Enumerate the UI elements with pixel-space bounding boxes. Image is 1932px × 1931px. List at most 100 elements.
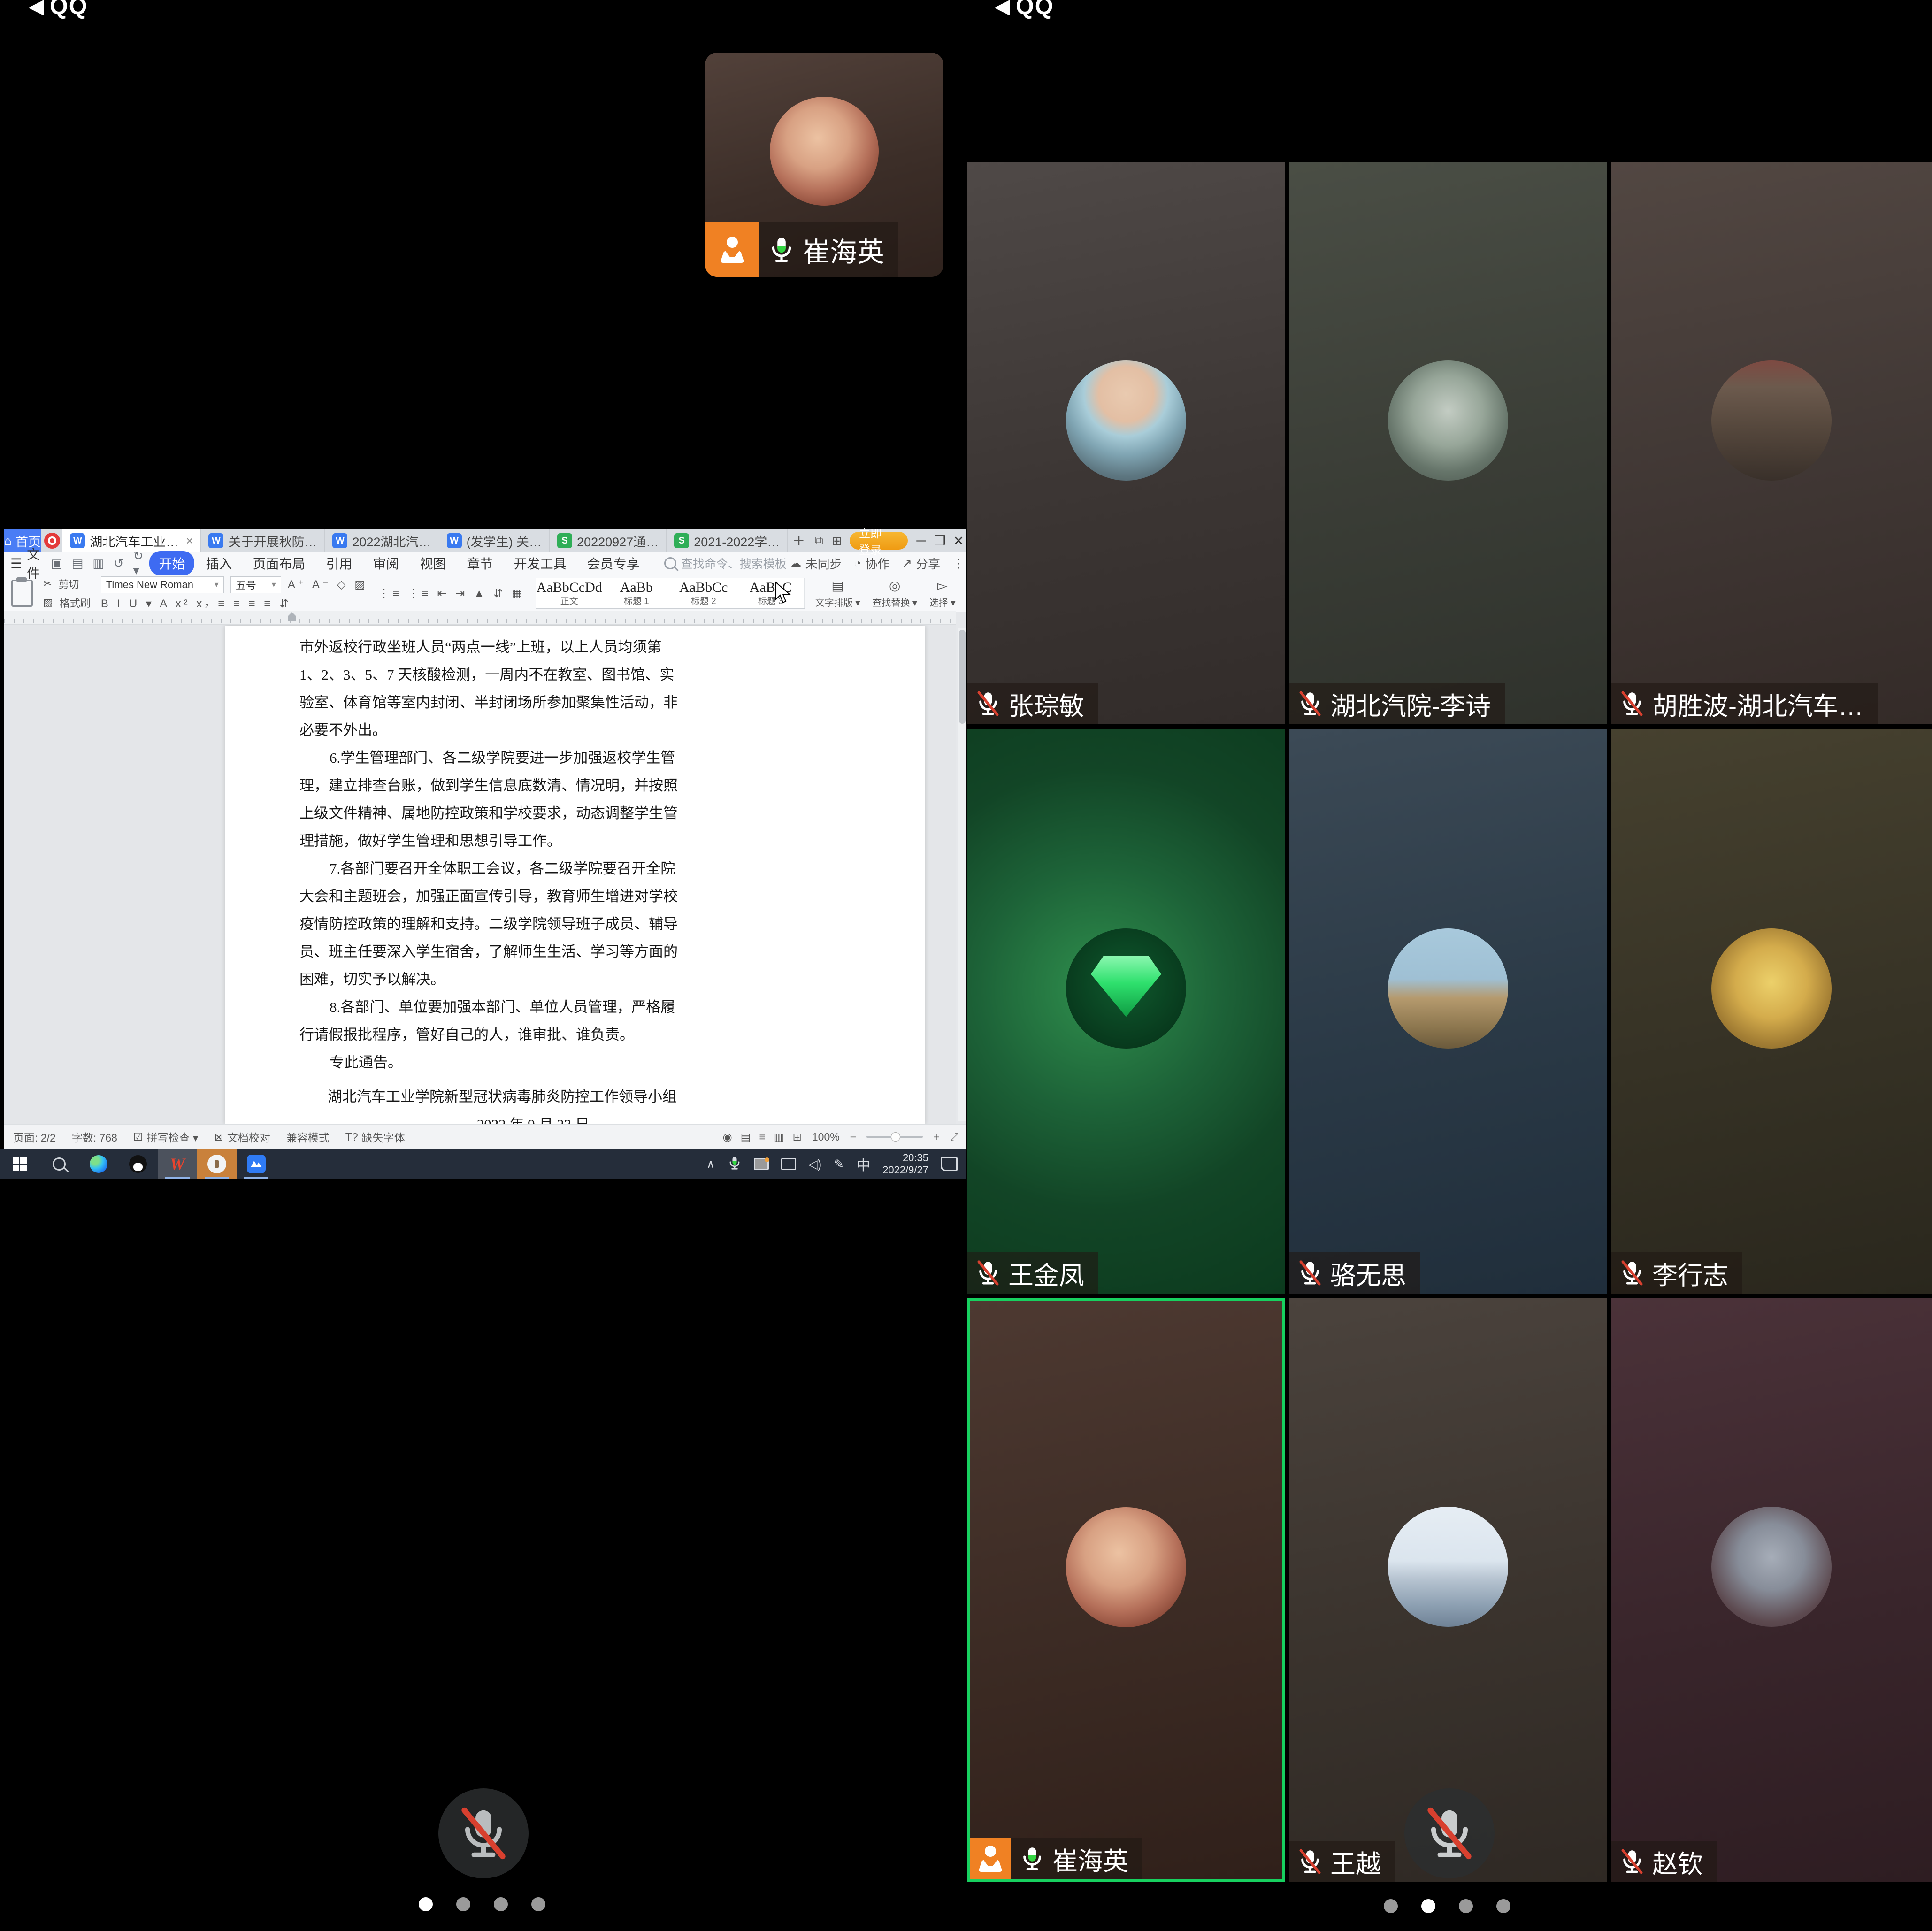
document-tab[interactable]: W关于开展秋防…: [201, 529, 325, 552]
qq-back-indicator[interactable]: ◀ QQ: [28, 0, 88, 20]
wps-app-button[interactable]: W: [158, 1149, 197, 1179]
zoom-slider[interactable]: [866, 1136, 923, 1138]
tencent-meeting-button[interactable]: [237, 1149, 276, 1179]
status-字数: 768[interactable]: 字数: 768: [72, 1129, 117, 1145]
participant-tile-张琮敏[interactable]: 张琮敏: [967, 162, 1285, 724]
paragraph-style-正文[interactable]: AaBbCcDd正文: [536, 578, 603, 608]
menu-action-协作[interactable]: ◔协作: [854, 555, 890, 572]
start-button[interactable]: [0, 1149, 39, 1179]
tray-device-icon[interactable]: [754, 1158, 769, 1170]
edge-browser-button[interactable]: [79, 1149, 118, 1179]
paragraph-style-标题 3[interactable]: AaBbC标题 3: [737, 578, 805, 608]
document-tab[interactable]: W2022湖北汽…: [325, 529, 439, 552]
view-mode-icon-3[interactable]: ▥: [774, 1131, 784, 1143]
font-family-select[interactable]: Times New Roman▾: [101, 576, 224, 593]
menu-tab-页面布局[interactable]: 页面布局: [243, 551, 314, 575]
menu-tab-章节[interactable]: 章节: [458, 551, 503, 575]
apps-grid-icon[interactable]: ⊞: [828, 529, 846, 552]
page-dot-3[interactable]: [531, 1897, 545, 1911]
more-menu-icon[interactable]: ⋮: [952, 556, 965, 571]
input-method-indicator[interactable]: 中: [856, 1154, 870, 1174]
tray-pen-icon[interactable]: ✎: [834, 1157, 844, 1172]
menu-action-未同步[interactable]: ☁未同步: [790, 555, 842, 572]
view-mode-icon-1[interactable]: ▤: [741, 1131, 751, 1143]
scrollbar-thumb[interactable]: [959, 630, 966, 724]
menu-tab-会员专享[interactable]: 会员专享: [578, 551, 649, 575]
document-page[interactable]: 市外返校行政坐班人员“两点一线”上班，以上人员均须第1、2、3、5、7 天核酸检…: [225, 626, 925, 1124]
paragraph-style-标题 2[interactable]: AaBbCc标题 2: [670, 578, 737, 608]
mute-toggle-button[interactable]: [438, 1788, 529, 1878]
notification-center-icon[interactable]: [941, 1157, 958, 1171]
login-button[interactable]: 立即登录: [850, 532, 908, 550]
ribbon-tool-选择[interactable]: ▻选择 ▾: [929, 578, 956, 609]
tray-display-icon[interactable]: [781, 1158, 796, 1170]
document-tab[interactable]: S20220927通…: [550, 529, 667, 552]
menu-tab-引用[interactable]: 引用: [317, 551, 362, 575]
participant-tile-赵钦[interactable]: 赵钦: [1611, 1298, 1932, 1882]
text-format-icons[interactable]: B I U ▾ A x² x₂ ≡ ≡ ≡ ≡ ⇵: [101, 597, 291, 611]
format-painter-button[interactable]: ▨ 格式刷: [43, 595, 91, 610]
redo-icon[interactable]: ↻ ▾: [130, 549, 147, 578]
menu-action-分享[interactable]: ↗分享: [902, 555, 940, 572]
floating-speaker-tile[interactable]: 崔海英: [705, 53, 943, 277]
tray-volume-icon[interactable]: ◁): [808, 1157, 822, 1172]
zoom-knob[interactable]: [891, 1132, 900, 1142]
document-tab[interactable]: W(发学生) 关…: [439, 529, 550, 552]
export-icon[interactable]: ▤: [69, 556, 87, 571]
fullscreen-icon[interactable]: ⤢: [950, 1131, 958, 1143]
participant-tile-崔海英[interactable]: 崔海英: [967, 1298, 1285, 1882]
qq-app-button[interactable]: [118, 1149, 158, 1179]
status-兼容模式[interactable]: 兼容模式: [286, 1129, 330, 1145]
status-缺失字体[interactable]: T?缺失字体: [345, 1129, 405, 1145]
taskbar-clock[interactable]: 20:35 2022/9/27: [882, 1152, 928, 1176]
ribbon-tool-查找替换[interactable]: ◎查找替换 ▾: [872, 578, 917, 609]
command-search[interactable]: 查找命令、搜索模板: [664, 555, 787, 572]
zoom-out-button[interactable]: −: [850, 1131, 856, 1143]
undo-icon[interactable]: ↺: [110, 556, 127, 571]
menu-tab-插入[interactable]: 插入: [196, 551, 241, 575]
cut-button[interactable]: ✂ 剪切: [43, 576, 91, 591]
menu-tab-开始[interactable]: 开始: [149, 551, 194, 575]
page-indicator-dots[interactable]: [419, 1897, 545, 1911]
vertical-scrollbar[interactable]: [958, 628, 966, 1121]
file-menu[interactable]: ☰ 文件: [10, 544, 40, 582]
page-dot-0[interactable]: [1384, 1899, 1398, 1913]
status-文档校对[interactable]: ⊠文档校对: [214, 1129, 270, 1145]
view-mode-icon-0[interactable]: ◉: [723, 1131, 732, 1143]
page-dot-0[interactable]: [419, 1897, 433, 1911]
docer-icon[interactable]: [41, 529, 63, 552]
taskbar-search-button[interactable]: [39, 1149, 79, 1179]
font-size-select[interactable]: 五号▾: [230, 576, 281, 593]
status-拼写检查 ▾[interactable]: ☑拼写检查 ▾: [133, 1129, 199, 1145]
menu-tab-开发工具[interactable]: 开发工具: [505, 551, 576, 575]
ribbon-tool-文字排版[interactable]: ▤文字排版 ▾: [815, 578, 860, 609]
paragraph-style-标题 1[interactable]: AaBb标题 1: [603, 578, 670, 608]
qq-back-indicator[interactable]: ◀ QQ: [994, 0, 1054, 20]
new-tab-button[interactable]: +: [788, 529, 810, 552]
meeting-share-app-button[interactable]: [197, 1149, 237, 1179]
tray-expand-chevron[interactable]: ∧: [706, 1157, 715, 1172]
view-mode-icon-2[interactable]: ≡: [759, 1131, 765, 1143]
document-tab[interactable]: S2021-2022学…: [667, 529, 788, 552]
participant-tile-骆无思[interactable]: 骆无思: [1289, 729, 1607, 1294]
participant-tile-王金凤[interactable]: 王金凤: [967, 729, 1285, 1294]
paragraph-icons[interactable]: ⋮≡ ⋮≡ ⇤ ⇥ ▲ ⇵ ▦: [378, 587, 525, 600]
horizontal-ruler[interactable]: [4, 611, 956, 625]
view-mode-icon-4[interactable]: ⊞: [793, 1131, 802, 1143]
menu-tab-审阅[interactable]: 审阅: [364, 551, 409, 575]
restore-button[interactable]: ❐: [930, 529, 949, 552]
participant-tile-湖北汽院-李诗[interactable]: 湖北汽院-李诗: [1289, 162, 1607, 724]
page-dot-2[interactable]: [1459, 1899, 1473, 1913]
menu-tab-视图[interactable]: 视图: [411, 551, 456, 575]
font-tools-icons[interactable]: A⁺ A⁻ ◇ ▨: [288, 578, 368, 591]
minimize-button[interactable]: ─: [912, 529, 930, 552]
mute-toggle-button[interactable]: [1404, 1788, 1495, 1878]
save-icon[interactable]: ▣: [47, 556, 66, 571]
split-window-icon[interactable]: ⧉: [810, 529, 828, 552]
zoom-in-button[interactable]: +: [933, 1131, 939, 1143]
page-dot-1[interactable]: [1421, 1899, 1435, 1913]
page-indicator-dots[interactable]: [1384, 1899, 1510, 1913]
page-dot-3[interactable]: [1496, 1899, 1510, 1913]
paste-button[interactable]: [11, 580, 33, 607]
participant-tile-胡胜波-湖北汽车…[interactable]: 胡胜波-湖北汽车…: [1611, 162, 1932, 724]
